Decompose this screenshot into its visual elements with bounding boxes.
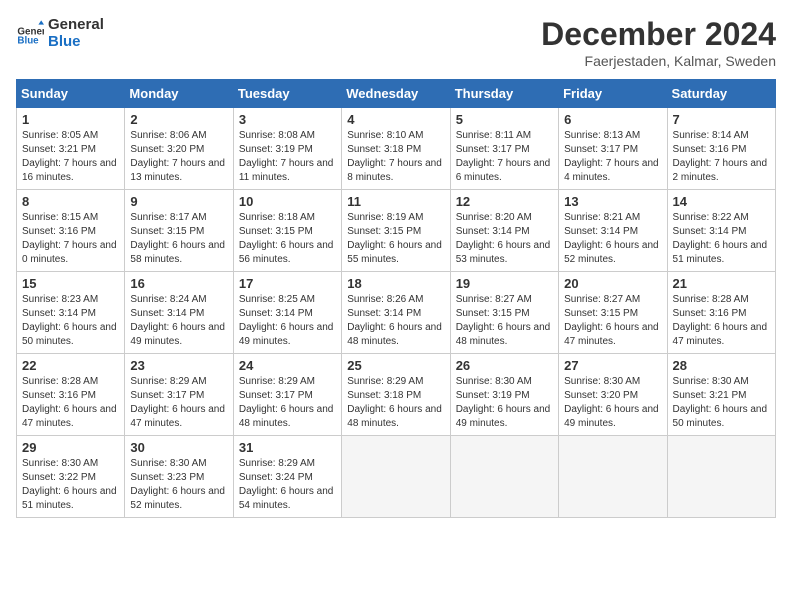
table-row: 9 Sunrise: 8:17 AMSunset: 3:15 PMDayligh…	[125, 190, 233, 272]
table-row: 15 Sunrise: 8:23 AMSunset: 3:14 PMDaylig…	[17, 272, 125, 354]
header-tuesday: Tuesday	[233, 80, 341, 108]
table-row: 1 Sunrise: 8:05 AMSunset: 3:21 PMDayligh…	[17, 108, 125, 190]
table-row: 14 Sunrise: 8:22 AMSunset: 3:14 PMDaylig…	[667, 190, 775, 272]
table-row: 2 Sunrise: 8:06 AMSunset: 3:20 PMDayligh…	[125, 108, 233, 190]
header-thursday: Thursday	[450, 80, 558, 108]
title-block: December 2024 Faerjestaden, Kalmar, Swed…	[541, 16, 776, 69]
calendar-week-row: 15 Sunrise: 8:23 AMSunset: 3:14 PMDaylig…	[17, 272, 776, 354]
table-row: 30 Sunrise: 8:30 AMSunset: 3:23 PMDaylig…	[125, 436, 233, 518]
table-row: 12 Sunrise: 8:20 AMSunset: 3:14 PMDaylig…	[450, 190, 558, 272]
header-monday: Monday	[125, 80, 233, 108]
calendar-week-row: 8 Sunrise: 8:15 AMSunset: 3:16 PMDayligh…	[17, 190, 776, 272]
table-row: 10 Sunrise: 8:18 AMSunset: 3:15 PMDaylig…	[233, 190, 341, 272]
weekday-header-row: Sunday Monday Tuesday Wednesday Thursday…	[17, 80, 776, 108]
table-row: 7 Sunrise: 8:14 AMSunset: 3:16 PMDayligh…	[667, 108, 775, 190]
table-row: 25 Sunrise: 8:29 AMSunset: 3:18 PMDaylig…	[342, 354, 450, 436]
header-saturday: Saturday	[667, 80, 775, 108]
table-row: 13 Sunrise: 8:21 AMSunset: 3:14 PMDaylig…	[559, 190, 667, 272]
table-row: 26 Sunrise: 8:30 AMSunset: 3:19 PMDaylig…	[450, 354, 558, 436]
page-header: General Blue General Blue December 2024 …	[16, 16, 776, 69]
table-row: 28 Sunrise: 8:30 AMSunset: 3:21 PMDaylig…	[667, 354, 775, 436]
header-sunday: Sunday	[17, 80, 125, 108]
table-row: 29 Sunrise: 8:30 AMSunset: 3:22 PMDaylig…	[17, 436, 125, 518]
calendar-week-row: 29 Sunrise: 8:30 AMSunset: 3:22 PMDaylig…	[17, 436, 776, 518]
table-row: 19 Sunrise: 8:27 AMSunset: 3:15 PMDaylig…	[450, 272, 558, 354]
table-row: 11 Sunrise: 8:19 AMSunset: 3:15 PMDaylig…	[342, 190, 450, 272]
table-row: 21 Sunrise: 8:28 AMSunset: 3:16 PMDaylig…	[667, 272, 775, 354]
calendar-table: Sunday Monday Tuesday Wednesday Thursday…	[16, 79, 776, 518]
table-row: 6 Sunrise: 8:13 AMSunset: 3:17 PMDayligh…	[559, 108, 667, 190]
month-title: December 2024	[541, 16, 776, 53]
table-row: 24 Sunrise: 8:29 AMSunset: 3:17 PMDaylig…	[233, 354, 341, 436]
header-friday: Friday	[559, 80, 667, 108]
logo-text-blue: Blue	[48, 33, 104, 50]
calendar-week-row: 1 Sunrise: 8:05 AMSunset: 3:21 PMDayligh…	[17, 108, 776, 190]
table-row: 23 Sunrise: 8:29 AMSunset: 3:17 PMDaylig…	[125, 354, 233, 436]
location-subtitle: Faerjestaden, Kalmar, Sweden	[541, 53, 776, 69]
table-row: 22 Sunrise: 8:28 AMSunset: 3:16 PMDaylig…	[17, 354, 125, 436]
table-row: 18 Sunrise: 8:26 AMSunset: 3:14 PMDaylig…	[342, 272, 450, 354]
table-row: 20 Sunrise: 8:27 AMSunset: 3:15 PMDaylig…	[559, 272, 667, 354]
table-row	[667, 436, 775, 518]
table-row: 4 Sunrise: 8:10 AMSunset: 3:18 PMDayligh…	[342, 108, 450, 190]
table-row	[450, 436, 558, 518]
table-row: 5 Sunrise: 8:11 AMSunset: 3:17 PMDayligh…	[450, 108, 558, 190]
table-row	[559, 436, 667, 518]
table-row	[342, 436, 450, 518]
calendar-week-row: 22 Sunrise: 8:28 AMSunset: 3:16 PMDaylig…	[17, 354, 776, 436]
table-row: 3 Sunrise: 8:08 AMSunset: 3:19 PMDayligh…	[233, 108, 341, 190]
header-wednesday: Wednesday	[342, 80, 450, 108]
logo: General Blue General Blue	[16, 16, 104, 50]
logo-text-general: General	[48, 16, 104, 33]
table-row: 17 Sunrise: 8:25 AMSunset: 3:14 PMDaylig…	[233, 272, 341, 354]
logo-icon: General Blue	[16, 19, 44, 47]
table-row: 31 Sunrise: 8:29 AMSunset: 3:24 PMDaylig…	[233, 436, 341, 518]
table-row: 8 Sunrise: 8:15 AMSunset: 3:16 PMDayligh…	[17, 190, 125, 272]
svg-text:Blue: Blue	[17, 36, 39, 47]
table-row: 16 Sunrise: 8:24 AMSunset: 3:14 PMDaylig…	[125, 272, 233, 354]
table-row: 27 Sunrise: 8:30 AMSunset: 3:20 PMDaylig…	[559, 354, 667, 436]
